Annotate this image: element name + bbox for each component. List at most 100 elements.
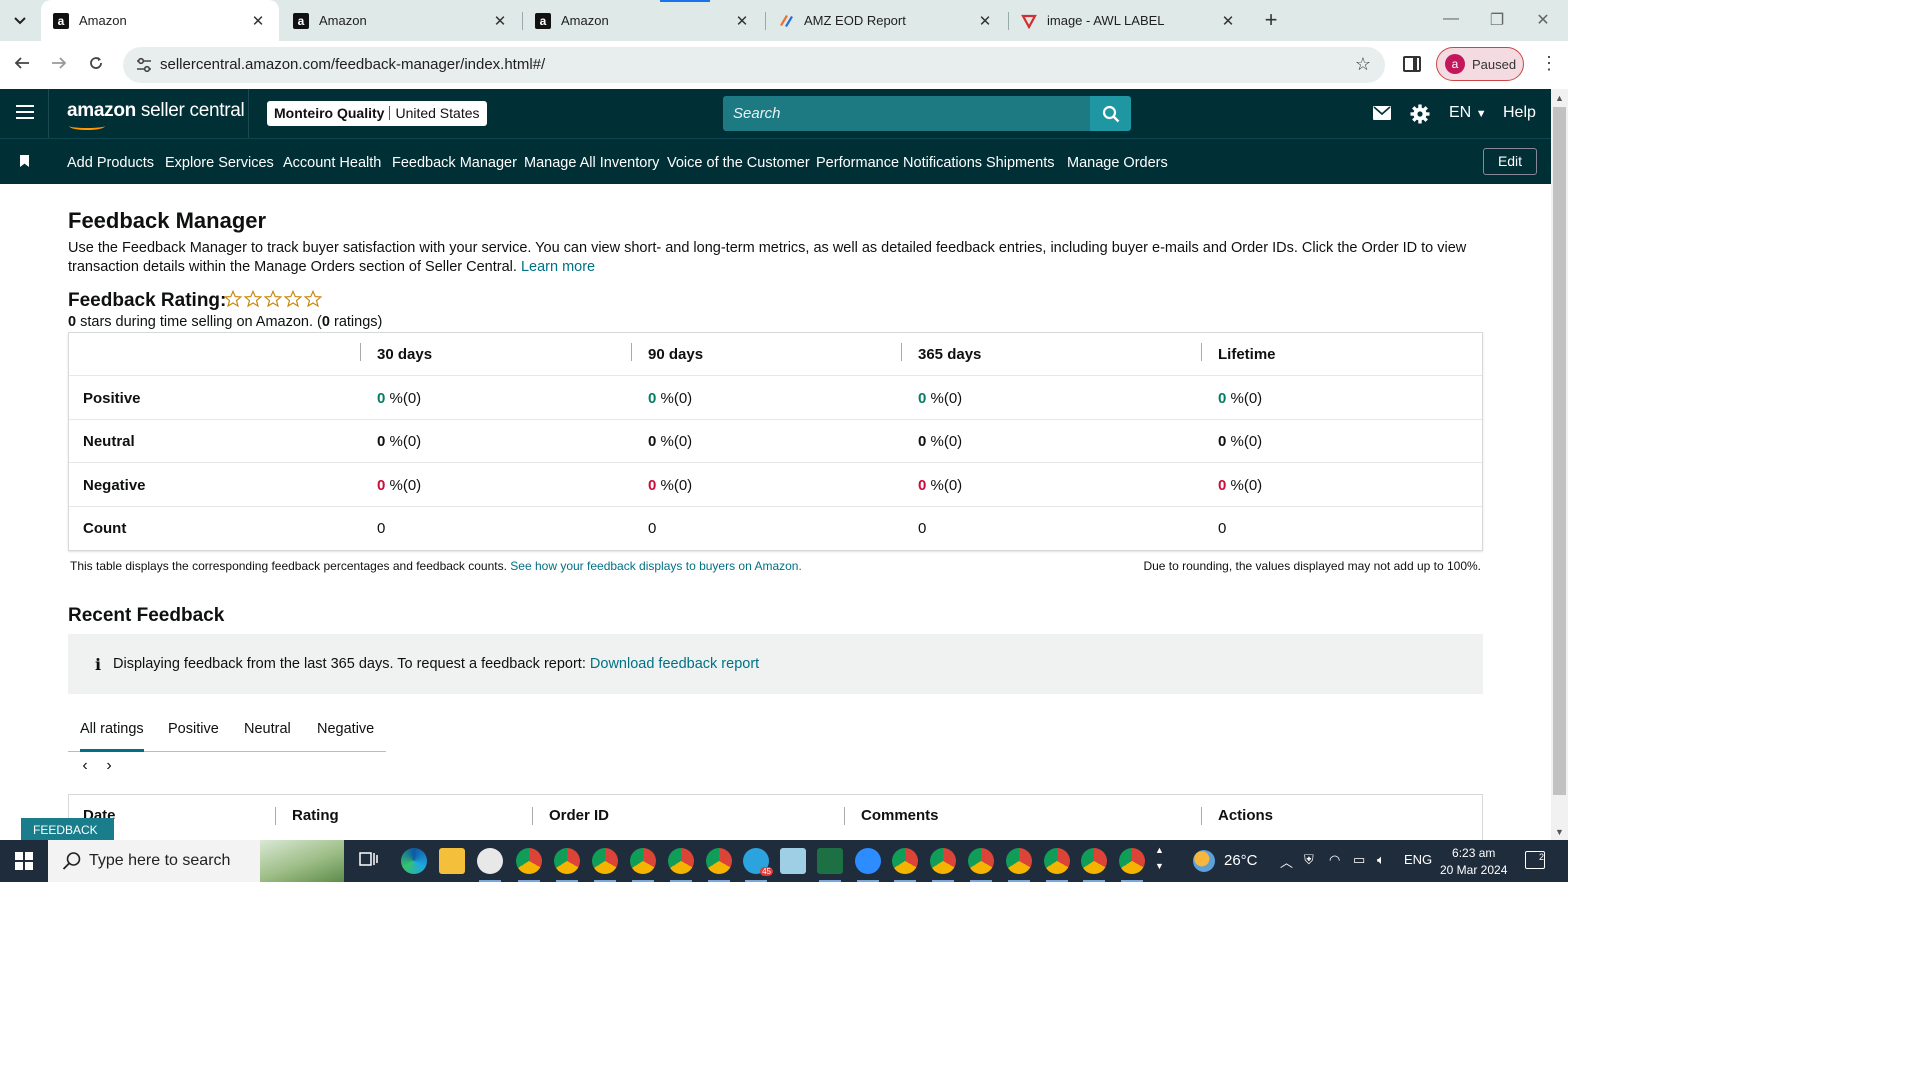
weather-icon[interactable] bbox=[1193, 850, 1215, 872]
new-tab-button[interactable]: + bbox=[1258, 8, 1284, 34]
input-language[interactable]: ENG bbox=[1404, 852, 1432, 867]
nav-performance-notifications[interactable]: Performance Notifications bbox=[816, 155, 982, 171]
hamburger-menu-icon[interactable] bbox=[16, 105, 34, 123]
search-field[interactable] bbox=[723, 96, 1091, 131]
nav-shipments[interactable]: Shipments bbox=[986, 155, 1055, 171]
browser-menu-icon[interactable]: ⋮ bbox=[1540, 53, 1558, 74]
windows-start-icon[interactable] bbox=[15, 852, 33, 870]
restore-icon[interactable]: ❐ bbox=[1487, 10, 1507, 30]
browser-tab-5[interactable]: image - AWL LABEL ✕ bbox=[1009, 0, 1249, 41]
search-input[interactable] bbox=[723, 96, 1091, 131]
chrome-profile-icon[interactable] bbox=[668, 848, 694, 882]
browser-tab-3[interactable]: a Amazon ✕ bbox=[523, 0, 763, 41]
search-button[interactable] bbox=[1090, 96, 1131, 131]
scroll-up-icon[interactable]: ▲ bbox=[1555, 93, 1564, 103]
close-icon[interactable]: ✕ bbox=[491, 12, 509, 30]
column-header[interactable]: Actions bbox=[1218, 807, 1273, 824]
chrome-icon[interactable] bbox=[892, 848, 918, 882]
side-panel-icon[interactable] bbox=[1403, 56, 1421, 72]
edge-icon[interactable] bbox=[401, 848, 427, 874]
snipping-tool-icon[interactable] bbox=[477, 848, 503, 882]
close-icon[interactable]: ✕ bbox=[249, 12, 267, 30]
notes-app-icon[interactable] bbox=[780, 848, 806, 874]
nav-manage-all-inventory[interactable]: Manage All Inventory bbox=[524, 155, 659, 171]
column-header[interactable]: Comments bbox=[861, 807, 939, 824]
excel-icon[interactable] bbox=[817, 848, 843, 882]
learn-more-link[interactable]: Learn more bbox=[521, 259, 595, 275]
logo-word: seller central bbox=[135, 100, 245, 121]
wifi-icon[interactable]: ◠ bbox=[1329, 852, 1340, 868]
store-switcher[interactable]: Monteiro Quality United States bbox=[267, 101, 487, 126]
chevron-right-icon[interactable]: › bbox=[100, 757, 118, 775]
address-bar[interactable]: sellercentral.amazon.com/feedback-manage… bbox=[123, 47, 1385, 83]
nav-feedback-manager[interactable]: Feedback Manager bbox=[392, 155, 517, 171]
tab-positive[interactable]: Positive bbox=[168, 721, 219, 737]
reload-button[interactable] bbox=[84, 53, 108, 77]
nav-manage-orders[interactable]: Manage Orders bbox=[1067, 155, 1168, 171]
download-report-link[interactable]: Download feedback report bbox=[590, 656, 759, 672]
zoom-icon[interactable] bbox=[855, 848, 881, 882]
security-icon[interactable]: ⛨ bbox=[1304, 852, 1314, 868]
chrome-profile-icon[interactable] bbox=[1006, 848, 1032, 882]
window-close-icon[interactable]: ✕ bbox=[1533, 10, 1553, 30]
tab-negative[interactable]: Negative bbox=[317, 721, 374, 737]
url-text[interactable]: sellercentral.amazon.com/feedback-manage… bbox=[160, 56, 545, 73]
settings-gear-icon[interactable] bbox=[1410, 104, 1430, 129]
page-scrollbar[interactable]: ▲ ▼ bbox=[1551, 89, 1568, 840]
scroll-down-icon[interactable]: ▼ bbox=[1555, 827, 1564, 837]
bookmark-star-icon[interactable]: ☆ bbox=[1355, 54, 1371, 75]
taskbar-search[interactable]: Type here to search bbox=[48, 840, 344, 882]
file-explorer-icon[interactable] bbox=[439, 848, 465, 874]
temperature[interactable]: 26°C bbox=[1224, 852, 1258, 869]
tab-neutral[interactable]: Neutral bbox=[244, 721, 291, 737]
feedback-display-link[interactable]: See how your feedback displays to buyers… bbox=[510, 559, 802, 573]
system-clock[interactable]: 6:23 am 20 Mar 2024 bbox=[1440, 845, 1507, 879]
browser-tab-2[interactable]: a Amazon ✕ bbox=[281, 0, 521, 41]
profile-button[interactable]: a Paused bbox=[1436, 47, 1524, 81]
language-selector[interactable]: EN ▼ bbox=[1449, 104, 1487, 122]
column-header[interactable]: Rating bbox=[292, 807, 339, 824]
edit-nav-button[interactable]: Edit bbox=[1483, 148, 1537, 175]
nav-explore-services[interactable]: Explore Services bbox=[165, 155, 274, 171]
nav-add-products[interactable]: Add Products bbox=[67, 155, 154, 171]
help-link[interactable]: Help bbox=[1503, 104, 1536, 122]
browser-tab-1[interactable]: a Amazon ✕ bbox=[41, 0, 279, 41]
notification-center-icon[interactable]: 2 bbox=[1525, 851, 1545, 869]
close-icon[interactable]: ✕ bbox=[1219, 12, 1237, 30]
bookmark-icon[interactable] bbox=[20, 155, 29, 167]
telegram-icon[interactable]: 45 bbox=[743, 848, 773, 882]
close-icon[interactable]: ✕ bbox=[976, 12, 994, 30]
volume-icon[interactable]: 🔈︎ bbox=[1377, 852, 1385, 868]
tab-search-button[interactable] bbox=[6, 7, 34, 35]
tray-overflow-icon[interactable]: ▲ ▼ bbox=[1155, 842, 1164, 874]
chrome-profile-icon[interactable] bbox=[930, 848, 956, 882]
scrollbar-thumb[interactable] bbox=[1553, 107, 1566, 795]
browser-tab-4[interactable]: AMZ EOD Report ✕ bbox=[766, 0, 1006, 41]
chrome-profile-icon[interactable] bbox=[592, 848, 618, 882]
chrome-profile-icon[interactable] bbox=[554, 848, 580, 882]
task-view-icon[interactable] bbox=[357, 848, 383, 874]
minimize-icon[interactable]: — bbox=[1441, 10, 1461, 28]
show-hidden-icons[interactable]: ︿ bbox=[1280, 852, 1293, 871]
chrome-profile-icon[interactable] bbox=[1081, 848, 1107, 882]
feedback-tab-button[interactable]: FEEDBACK ✕ bbox=[21, 818, 114, 861]
forward-button[interactable] bbox=[47, 53, 71, 77]
tab-all-ratings[interactable]: All ratings bbox=[80, 721, 144, 752]
chrome-profile-icon[interactable] bbox=[968, 848, 994, 882]
chevron-left-icon[interactable]: ‹ bbox=[76, 757, 94, 775]
battery-icon[interactable]: ▭ bbox=[1353, 852, 1365, 868]
chrome-profile-icon[interactable] bbox=[630, 848, 656, 882]
close-icon[interactable]: ✕ bbox=[733, 12, 751, 30]
seller-central-logo[interactable]: amazon seller central bbox=[67, 100, 245, 130]
star-outline-icon bbox=[264, 290, 282, 308]
chrome-profile-icon[interactable] bbox=[1119, 848, 1145, 882]
column-header[interactable]: Order ID bbox=[549, 807, 609, 824]
nav-voice-of-customer[interactable]: Voice of the Customer bbox=[667, 155, 810, 171]
nav-account-health[interactable]: Account Health bbox=[283, 155, 381, 171]
mail-icon[interactable] bbox=[1373, 106, 1391, 125]
chrome-profile-icon[interactable] bbox=[1044, 848, 1070, 882]
site-settings-icon[interactable] bbox=[135, 56, 153, 74]
back-button[interactable] bbox=[10, 53, 34, 77]
chrome-profile-icon[interactable] bbox=[706, 848, 732, 882]
chrome-profile-icon[interactable] bbox=[516, 848, 542, 882]
